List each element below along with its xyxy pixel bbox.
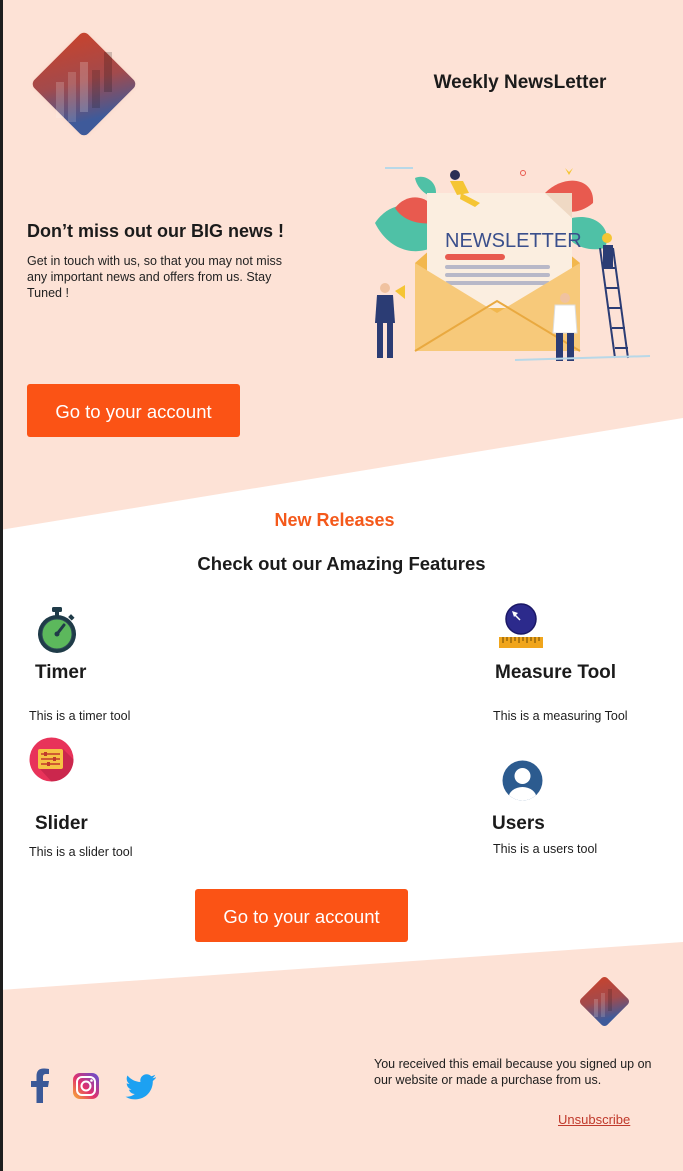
stopwatch-icon bbox=[38, 607, 76, 653]
twitter-icon[interactable] bbox=[125, 1074, 157, 1100]
feature-desc-timer: This is a timer tool bbox=[29, 709, 131, 723]
feature-name-users: Users bbox=[492, 813, 545, 834]
instagram-icon[interactable] bbox=[72, 1072, 100, 1100]
go-to-account-button[interactable]: Go to your account bbox=[27, 384, 240, 437]
facebook-icon[interactable] bbox=[30, 1068, 50, 1103]
features-title: Check out our Amazing Features bbox=[197, 553, 486, 574]
feature-desc-users: This is a users tool bbox=[493, 842, 598, 856]
slider-icon bbox=[29, 737, 74, 782]
newsletter-label: NEWSLETTER bbox=[445, 230, 582, 252]
new-releases-label: New Releases bbox=[274, 510, 395, 530]
header-title: Weekly NewsLetter bbox=[433, 72, 607, 93]
feature-desc-slider: This is a slider tool bbox=[29, 845, 133, 859]
measure-icon bbox=[499, 603, 543, 648]
user-icon bbox=[502, 760, 543, 801]
feature-name-measure: Measure Tool bbox=[495, 662, 617, 683]
bottom-background bbox=[0, 942, 683, 1171]
logo-icon bbox=[32, 32, 136, 136]
hero-title: Don’t miss out our BIG news ! bbox=[27, 221, 285, 241]
footer-logo-icon bbox=[579, 976, 630, 1027]
footer-text: You received this email because you sign… bbox=[374, 1057, 652, 1087]
feature-name-timer: Timer bbox=[35, 662, 87, 683]
new-releases-label-wrap: New Releases bbox=[0, 510, 683, 531]
left-edge bbox=[0, 0, 3, 1171]
unsubscribe-link[interactable]: Unsubscribe bbox=[558, 1112, 630, 1127]
feature-desc-measure: This is a measuring Tool bbox=[493, 709, 628, 723]
hero-text: Get in touch with us, so that you may no… bbox=[27, 254, 282, 300]
feature-name-slider: Slider bbox=[35, 813, 88, 834]
go-to-account-button-2[interactable]: Go to your account bbox=[195, 889, 408, 942]
newsletter-illustration: NEWSLETTER bbox=[375, 167, 651, 361]
newsletter-page: Weekly NewsLetter Don’t miss out our BIG… bbox=[0, 0, 683, 1171]
